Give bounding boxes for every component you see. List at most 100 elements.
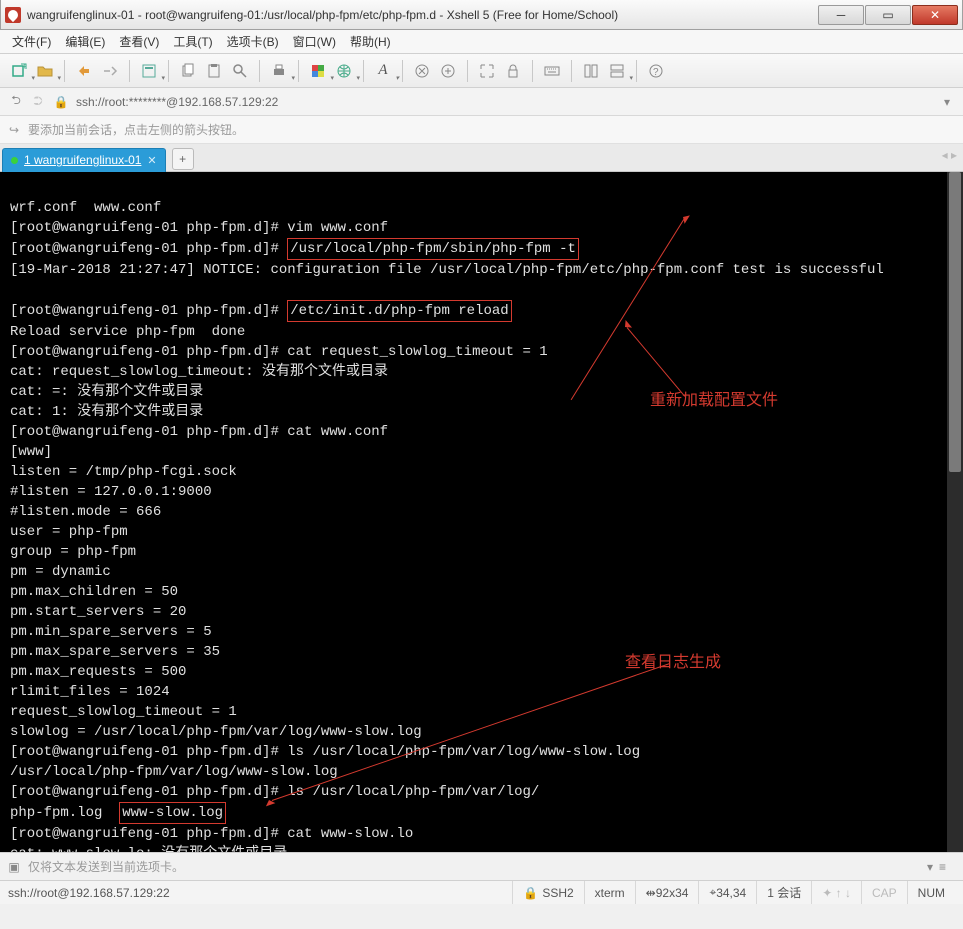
status-term: xterm xyxy=(584,881,635,904)
terminal-line: pm.max_children = 50 xyxy=(10,584,178,600)
menu-tabs[interactable]: 选项卡(B) xyxy=(221,31,285,52)
terminal-line: #listen = 127.0.0.1:9000 xyxy=(10,484,212,500)
go-icon[interactable]: ▾ xyxy=(937,95,957,109)
menu-file[interactable]: 文件(F) xyxy=(6,31,57,52)
terminal-line: request_slowlog_timeout = 1 xyxy=(10,704,237,720)
menu-edit[interactable]: 编辑(E) xyxy=(59,31,111,52)
annotation-logs: 查看日志生成 xyxy=(625,653,721,673)
terminal-line: [www] xyxy=(10,444,52,460)
send-dropdown-icon[interactable]: ▾ xyxy=(927,860,933,874)
highlight-box: /etc/init.d/php-fpm reload xyxy=(287,300,511,322)
paste-icon[interactable] xyxy=(203,60,225,82)
info-arrow-icon[interactable]: ↪ xyxy=(6,122,22,138)
terminal-line: pm.min_spare_servers = 5 xyxy=(10,624,212,640)
tab-close-icon[interactable]: ✕ xyxy=(147,154,156,167)
terminal-line: cat: =: 没有那个文件或目录 xyxy=(10,384,203,400)
xagent-icon[interactable] xyxy=(411,60,433,82)
toolbar-separator xyxy=(64,60,65,82)
reconnect-icon[interactable] xyxy=(73,60,95,82)
tile-horiz-icon[interactable] xyxy=(580,60,602,82)
menu-window[interactable]: 窗口(W) xyxy=(287,31,342,52)
forward-icon[interactable]: ⮊ xyxy=(28,92,48,112)
status-dot-icon xyxy=(11,157,18,164)
scrollbar-thumb[interactable] xyxy=(949,172,961,472)
app-icon xyxy=(5,7,21,23)
terminal-line: [root@wangruifeng-01 php-fpm.d]# cat req… xyxy=(10,344,548,360)
terminal-line: rlimit_files = 1024 xyxy=(10,684,170,700)
menu-bar: 文件(F) 编辑(E) 查看(V) 工具(T) 选项卡(B) 窗口(W) 帮助(… xyxy=(0,30,963,54)
maximize-button[interactable]: ▭ xyxy=(865,5,911,25)
terminal-line: [root@wangruifeng-01 php-fpm.d]# vim www… xyxy=(10,220,388,236)
disconnect-icon[interactable] xyxy=(99,60,121,82)
lock-icon[interactable] xyxy=(502,60,524,82)
terminal-line: pm.max_spare_servers = 35 xyxy=(10,644,220,660)
menu-view[interactable]: 查看(V) xyxy=(113,31,165,52)
status-pos: ⌖ 34,34 xyxy=(698,881,756,904)
address-bar: ⮌ ⮊ 🔒 ssh://root:********@192.168.57.129… xyxy=(0,88,963,116)
network-icon[interactable]: ▾ xyxy=(333,60,355,82)
status-ssh: 🔒SSH2 xyxy=(512,881,583,904)
title-bar: wangruifenglinux-01 - root@wangruifeng-0… xyxy=(0,0,963,30)
status-sessions: 1 会话 xyxy=(756,881,811,904)
tab-add-button[interactable]: + xyxy=(172,148,194,170)
toolbar-separator xyxy=(402,60,403,82)
keyboard-icon[interactable] xyxy=(541,60,563,82)
toolbar-separator xyxy=(571,60,572,82)
lock-icon: 🔒 xyxy=(523,886,538,900)
toolbar: +▾ ▾ ▾ ▾ ▾ ▾ A▾ ▾ ? xyxy=(0,54,963,88)
close-button[interactable]: ✕ xyxy=(912,5,958,25)
terminal-line: cat: www-slow.lo: 没有那个文件或目录 xyxy=(10,846,287,852)
tab-label: 1 wangruifenglinux-01 xyxy=(24,153,141,167)
send-menu-icon[interactable]: ≡ xyxy=(939,860,957,874)
terminal-line: listen = /tmp/php-fcgi.sock xyxy=(10,464,237,480)
terminal-line: [root@wangruifeng-01 php-fpm.d]# ls /usr… xyxy=(10,784,539,800)
font-icon[interactable]: A▾ xyxy=(372,60,394,82)
terminal-line: group = php-fpm xyxy=(10,544,136,560)
highlight-box: /usr/local/php-fpm/sbin/php-fpm -t xyxy=(287,238,579,260)
fullscreen-icon[interactable] xyxy=(476,60,498,82)
terminal-line: [root@wangruifeng-01 php-fpm.d]# ls /usr… xyxy=(10,744,640,760)
toolbar-separator xyxy=(259,60,260,82)
info-bar: ↪ 要添加当前会话，点击左侧的箭头按钮。 xyxy=(0,116,963,144)
open-folder-icon[interactable]: ▾ xyxy=(34,60,56,82)
terminal-line: [root@wangruifeng-01 php-fpm.d]# cat www… xyxy=(10,826,413,842)
find-icon[interactable] xyxy=(229,60,251,82)
color-scheme-icon[interactable]: ▾ xyxy=(307,60,329,82)
terminal-line: pm = dynamic xyxy=(10,564,111,580)
annotation-reload: 重新加载配置文件 xyxy=(650,391,778,411)
toolbar-separator xyxy=(636,60,637,82)
svg-text:?: ? xyxy=(653,67,659,78)
address-text[interactable]: ssh://root:********@192.168.57.129:22 xyxy=(72,95,937,109)
status-connection: ssh://root@192.168.57.129:22 xyxy=(8,881,512,904)
menu-tools[interactable]: 工具(T) xyxy=(167,31,218,52)
terminal[interactable]: wrf.conf www.conf [root@wangruifeng-01 p… xyxy=(0,172,963,852)
send-bar: ▣ 仅将文本发送到当前选项卡。 ▾ ≡ xyxy=(0,852,963,880)
terminal-line: cat: 1: 没有那个文件或目录 xyxy=(10,404,203,420)
tab-strip: 1 wangruifenglinux-01 ✕ + ◂ ▸ xyxy=(0,144,963,172)
new-session-icon[interactable]: +▾ xyxy=(8,60,30,82)
tab-nav[interactable]: ◂ ▸ xyxy=(942,148,957,162)
terminal-line: Reload service php-fpm done xyxy=(10,324,245,340)
terminal-line: [19-Mar-2018 21:27:47] NOTICE: configura… xyxy=(10,262,884,278)
properties-icon[interactable]: ▾ xyxy=(138,60,160,82)
terminal-line: user = php-fpm xyxy=(10,524,128,540)
send-placeholder[interactable]: 仅将文本发送到当前选项卡。 xyxy=(28,858,927,875)
terminal-line: pm.max_requests = 500 xyxy=(10,664,186,680)
info-text: 要添加当前会话，点击左侧的箭头按钮。 xyxy=(28,121,244,138)
terminal-line: #listen.mode = 666 xyxy=(10,504,161,520)
session-tab[interactable]: 1 wangruifenglinux-01 ✕ xyxy=(2,148,166,172)
tile-vert-icon[interactable]: ▾ xyxy=(606,60,628,82)
status-cap: CAP xyxy=(861,881,907,904)
back-icon[interactable]: ⮌ xyxy=(6,92,26,112)
minimize-button[interactable]: ─ xyxy=(818,5,864,25)
menu-help[interactable]: 帮助(H) xyxy=(344,31,397,52)
toolbar-separator xyxy=(298,60,299,82)
terminal-line: [root@wangruifeng-01 php-fpm.d]# xyxy=(10,303,287,319)
print-icon[interactable]: ▾ xyxy=(268,60,290,82)
terminal-scrollbar[interactable] xyxy=(947,172,963,852)
copy-icon[interactable] xyxy=(177,60,199,82)
help-icon[interactable]: ? xyxy=(645,60,667,82)
xftp-icon[interactable] xyxy=(437,60,459,82)
send-icon[interactable]: ▣ xyxy=(6,860,22,874)
status-arrows[interactable]: ✦ ↑ ↓ xyxy=(811,881,861,904)
